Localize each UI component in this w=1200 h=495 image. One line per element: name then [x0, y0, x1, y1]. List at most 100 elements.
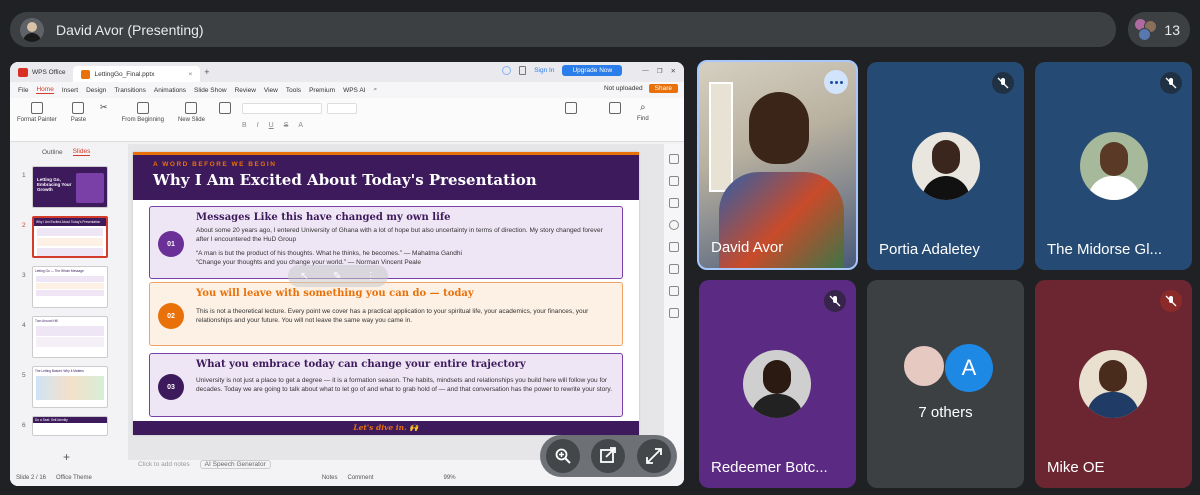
menu-design[interactable]: Design: [86, 87, 106, 94]
zoom-level[interactable]: 99%: [444, 475, 456, 481]
minimize-icon[interactable]: —: [642, 67, 649, 74]
point-quote: “A man is but the product of his thought…: [196, 250, 462, 257]
underline-icon[interactable]: U: [269, 122, 274, 129]
notes-toggle[interactable]: Notes: [322, 475, 338, 481]
participant-tile-midorse[interactable]: The Midorse Gl...: [1035, 62, 1192, 270]
more-icon[interactable]: ⋮: [366, 271, 376, 282]
slide-thumbnail-5[interactable]: The Letting Basket: Why It Matters: [32, 366, 108, 408]
pptx-file-icon: [81, 69, 91, 79]
format-painter-button[interactable]: Format Painter: [17, 102, 57, 123]
participant-tile-portia[interactable]: Portia Adaletey: [867, 62, 1024, 270]
tool-icon[interactable]: [669, 286, 679, 296]
doc-tab-label: LettingGo_Final.pptx: [94, 70, 155, 78]
menu-animations[interactable]: Animations: [154, 87, 186, 94]
thumb-title: Why I Am Excited About Today's Presentat…: [34, 218, 106, 226]
restore-icon[interactable]: ❐: [657, 67, 663, 75]
menu-wps-ai[interactable]: WPS AI: [343, 87, 365, 94]
fullscreen-button[interactable]: [637, 439, 672, 473]
slide-thumbnail-1[interactable]: Letting Go, Embracing Your Growth: [32, 166, 108, 208]
sign-in-link[interactable]: Sign In: [534, 67, 554, 74]
cut-button[interactable]: ✂: [100, 102, 108, 113]
wps-tab-bar: WPS Office LettingGo_Final.pptx × + Sign…: [10, 62, 684, 82]
others-count: 7 others: [918, 404, 973, 421]
tool-icon[interactable]: [669, 198, 679, 208]
slide-thumbnail-2[interactable]: Why I Am Excited About Today's Presentat…: [32, 216, 108, 258]
thumb-title: Turn Around Hill: [35, 319, 58, 323]
upgrade-button[interactable]: Upgrade Now: [562, 65, 623, 76]
close-tab-icon[interactable]: ×: [188, 71, 192, 78]
close-window-icon[interactable]: ✕: [671, 67, 676, 75]
from-beginning-button[interactable]: From Beginning: [122, 102, 164, 123]
participant-tile-others[interactable]: A 7 others: [867, 280, 1024, 488]
participant-tile-redeemer[interactable]: Redeemer Botc...: [699, 280, 856, 488]
arrange-button[interactable]: [609, 102, 621, 114]
point-body: About some 20 years ago, I entered Unive…: [196, 227, 603, 243]
layout-icon: [218, 102, 231, 114]
participants-button[interactable]: 13: [1128, 12, 1190, 47]
tab-slides[interactable]: Slides: [72, 148, 91, 156]
open-in-window-button[interactable]: [591, 439, 626, 473]
participant-tile-mike[interactable]: Mike OE: [1035, 280, 1192, 488]
pen-icon[interactable]: ✎: [333, 271, 341, 282]
share-button[interactable]: Share: [648, 84, 678, 93]
tool-icon[interactable]: [669, 242, 679, 252]
menu-review[interactable]: Review: [235, 87, 256, 94]
font-size-select[interactable]: [327, 103, 357, 114]
shape-button[interactable]: [565, 102, 577, 114]
not-uploaded-status[interactable]: Not uploaded: [604, 85, 643, 92]
format-painter-icon: [30, 102, 43, 114]
find-icon: ⌕: [640, 102, 646, 113]
slide-thumbnail-4[interactable]: Turn Around Hill: [32, 316, 108, 358]
font-color-icon[interactable]: A: [298, 122, 303, 129]
wps-home-tab[interactable]: WPS Office: [10, 62, 73, 82]
tab-outline[interactable]: Outline: [42, 149, 63, 156]
tool-icon[interactable]: [669, 220, 679, 230]
find-button[interactable]: ⌕ Find: [637, 102, 649, 122]
strikethrough-icon[interactable]: S: [284, 122, 289, 129]
participant-name: David Avor: [711, 239, 784, 256]
doc-tab[interactable]: LettingGo_Final.pptx ×: [73, 66, 201, 82]
zoom-icon: [555, 448, 571, 464]
person-head: [749, 92, 809, 164]
new-slide-button[interactable]: New Slide: [178, 102, 205, 123]
new-tab-icon[interactable]: +: [204, 67, 209, 77]
menu-tools[interactable]: Tools: [286, 87, 301, 94]
font-name-select[interactable]: [242, 103, 322, 114]
floating-slide-toolbar[interactable]: ↖ ✎ ⋮: [288, 265, 388, 287]
thumb-number: 2: [22, 222, 26, 229]
slide-thumbnail-3[interactable]: Letting Go — The Whole Message: [32, 266, 108, 308]
search-icon[interactable]: ⌕: [373, 86, 377, 94]
thumb-card: [36, 276, 104, 282]
menu-home[interactable]: Home: [36, 86, 54, 94]
menu-view[interactable]: View: [264, 87, 278, 94]
current-slide: A WORD BEFORE WE BEGIN Why I Am Excited …: [133, 152, 639, 435]
comment-button[interactable]: Comment: [348, 475, 374, 481]
home-ribbon: Format Painter Paste ✂ From Beginning Ne…: [10, 98, 684, 142]
thumb-card: [36, 326, 104, 336]
ai-speech-button[interactable]: AI Speech Generator: [199, 460, 271, 469]
menu-premium[interactable]: Premium: [309, 87, 335, 94]
zoom-button[interactable]: [545, 439, 580, 473]
new-slide-icon: [185, 102, 198, 114]
copy-icon[interactable]: [519, 66, 527, 75]
tool-icon[interactable]: [669, 308, 679, 318]
thumb-card: [37, 238, 103, 246]
menu-file[interactable]: File: [18, 87, 28, 94]
menu-insert[interactable]: Insert: [62, 87, 78, 94]
tool-icon[interactable]: [669, 264, 679, 274]
more-options-button[interactable]: [824, 70, 848, 94]
participant-tile-david[interactable]: David Avor: [697, 60, 858, 270]
pointer-icon[interactable]: ↖: [300, 271, 308, 282]
paste-button[interactable]: Paste: [71, 102, 86, 123]
bold-icon[interactable]: B: [242, 122, 247, 129]
menu-slide-show[interactable]: Slide Show: [194, 87, 227, 94]
slides-panel: Outline Slides 1 Letting Go, Embracing Y…: [10, 144, 128, 460]
italic-icon[interactable]: I: [257, 122, 259, 129]
layout-button[interactable]: [218, 102, 231, 114]
add-slide-icon[interactable]: +: [63, 450, 70, 464]
menu-transitions[interactable]: Transitions: [114, 87, 146, 94]
tool-icon[interactable]: [669, 154, 679, 164]
tool-icon[interactable]: [669, 176, 679, 186]
slide-thumbnail-6[interactable]: Do a Seat: Self-Identity: [32, 416, 108, 436]
arrange-icon: [609, 102, 621, 114]
